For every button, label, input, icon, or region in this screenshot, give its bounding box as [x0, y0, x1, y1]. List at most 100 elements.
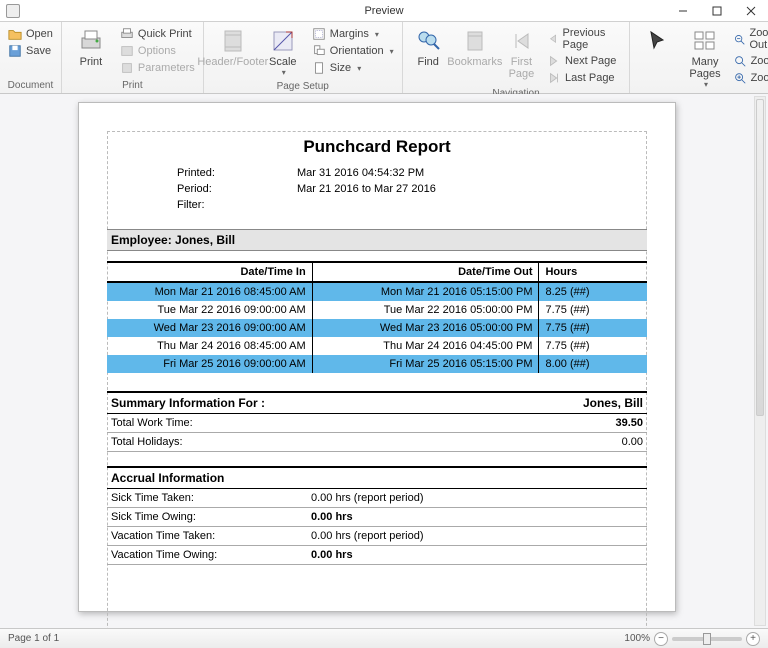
- col-hours: Hours: [539, 262, 647, 282]
- print-icon: [78, 28, 104, 54]
- minimize-button[interactable]: [666, 0, 700, 22]
- previous-page-label: Previous Page: [563, 27, 622, 51]
- window-controls: [666, 0, 768, 22]
- save-icon: [8, 44, 22, 58]
- summary-head-label: Summary Information For :: [111, 396, 265, 410]
- summary-hol-key: Total Holidays:: [111, 436, 183, 448]
- report: Punchcard Report Printed:Mar 31 2016 04:…: [107, 137, 647, 565]
- margins-button[interactable]: Margins▾: [310, 26, 396, 42]
- pointer-button[interactable]: [636, 26, 679, 70]
- previous-page-button[interactable]: Previous Page: [545, 26, 623, 52]
- meta-period-value: Mar 21 2016 to Mar 27 2016: [297, 183, 436, 195]
- zoom-controls: 100% − +: [624, 632, 760, 646]
- orientation-button[interactable]: Orientation▾: [310, 43, 396, 59]
- zoom-in-label: Zoom In: [751, 72, 768, 84]
- close-button[interactable]: [734, 0, 768, 22]
- summary-work-value: 39.50: [615, 417, 643, 429]
- find-button[interactable]: Find: [409, 26, 448, 70]
- cell-out: Tue Mar 22 2016 05:00:00 PM: [312, 301, 539, 319]
- scrollbar-thumb[interactable]: [756, 99, 764, 416]
- open-button[interactable]: Open: [6, 26, 55, 42]
- header-footer-button[interactable]: Header/Footer: [210, 26, 256, 70]
- next-page-button[interactable]: Next Page: [545, 53, 623, 69]
- pointer-icon: [645, 28, 671, 54]
- orientation-icon: [312, 44, 326, 58]
- accrual-vto-value: 0.00 hrs: [311, 549, 353, 561]
- zoom-out-icon: [733, 32, 746, 46]
- next-page-label: Next Page: [565, 55, 616, 67]
- bookmarks-button[interactable]: Bookmarks: [452, 26, 498, 70]
- meta-period-key: Period:: [177, 183, 237, 195]
- group-label-pagesetup: Page Setup: [210, 79, 396, 94]
- ribbon-group-document: Open Save Document: [0, 22, 62, 93]
- cell-in: Thu Mar 24 2016 08:45:00 AM: [107, 337, 312, 355]
- group-label-print: Print: [68, 78, 197, 93]
- table-row: Tue Mar 22 2016 09:00:00 AMTue Mar 22 20…: [107, 301, 647, 319]
- quick-print-button[interactable]: Quick Print: [118, 26, 197, 42]
- zoom-out-label: Zoom Out: [749, 27, 768, 51]
- zoom-plus-button[interactable]: +: [746, 632, 760, 646]
- zoom-in-icon: [733, 71, 747, 85]
- summary-work-key: Total Work Time:: [111, 417, 193, 429]
- caret-icon: ▾: [390, 47, 394, 56]
- bookmarks-icon: [462, 28, 488, 54]
- zoom-slider-track[interactable]: [672, 637, 742, 641]
- zoom-in-button[interactable]: Zoom In: [731, 70, 768, 86]
- zoom-minus-button[interactable]: −: [654, 632, 668, 646]
- save-label: Save: [26, 45, 51, 57]
- first-page-button[interactable]: First Page: [502, 26, 541, 82]
- zoom-icon: [733, 54, 747, 68]
- save-button[interactable]: Save: [6, 43, 55, 59]
- find-icon: [415, 28, 441, 54]
- col-out: Date/Time Out: [312, 262, 539, 282]
- cell-out: Fri Mar 25 2016 05:15:00 PM: [312, 355, 539, 373]
- col-in: Date/Time In: [107, 262, 312, 282]
- zoom-slider-handle[interactable]: [703, 633, 711, 645]
- cell-out: Thu Mar 24 2016 04:45:00 PM: [312, 337, 539, 355]
- parameters-icon: [120, 61, 134, 75]
- zoom-label: Zoom: [751, 55, 768, 67]
- size-label: Size: [330, 62, 351, 74]
- scale-button[interactable]: Scale▾: [260, 26, 306, 79]
- accrual-vtt-key: Vacation Time Taken:: [111, 530, 311, 542]
- report-page: Punchcard Report Printed:Mar 31 2016 04:…: [78, 102, 676, 612]
- maximize-button[interactable]: [700, 0, 734, 22]
- summary-head-name: Jones, Bill: [583, 396, 643, 410]
- cell-in: Mon Mar 21 2016 08:45:00 AM: [107, 282, 312, 301]
- many-pages-icon: [692, 28, 718, 54]
- last-page-label: Last Page: [565, 72, 615, 84]
- accrual-sto-key: Sick Time Owing:: [111, 511, 311, 523]
- print-button[interactable]: Print: [68, 26, 114, 70]
- table-row: Mon Mar 21 2016 08:45:00 AMMon Mar 21 20…: [107, 282, 647, 301]
- punchcard-table: Date/Time In Date/Time Out Hours Mon Mar…: [107, 261, 647, 373]
- accrual-vtt-value: 0.00 hrs (report period): [311, 530, 424, 542]
- ribbon-group-navigation: Find Bookmarks First Page Previous Page …: [403, 22, 631, 93]
- caret-icon: ▾: [704, 80, 708, 89]
- group-label-document: Document: [6, 78, 55, 93]
- quick-print-icon: [120, 27, 134, 41]
- zoom-button[interactable]: Zoom▾: [731, 53, 768, 69]
- quick-print-label: Quick Print: [138, 28, 192, 40]
- ribbon: Open Save Document Print Quick Print Opt…: [0, 22, 768, 94]
- find-label: Find: [418, 56, 439, 68]
- options-button[interactable]: Options: [118, 43, 197, 59]
- cell-in: Wed Mar 23 2016 09:00:00 AM: [107, 319, 312, 337]
- margins-icon: [312, 27, 326, 41]
- caret-icon: ▾: [357, 64, 361, 73]
- bookmarks-label: Bookmarks: [447, 56, 502, 68]
- titlebar: Preview: [0, 0, 768, 22]
- last-page-button[interactable]: Last Page: [545, 70, 623, 86]
- zoom-out-button[interactable]: Zoom Out: [731, 26, 768, 52]
- cell-out: Mon Mar 21 2016 05:15:00 PM: [312, 282, 539, 301]
- cell-hours: 7.75 (##): [539, 337, 647, 355]
- summary: Summary Information For : Jones, Bill Tot…: [107, 391, 647, 452]
- vertical-scrollbar[interactable]: [754, 96, 766, 626]
- workspace: Punchcard Report Printed:Mar 31 2016 04:…: [0, 94, 768, 628]
- cell-in: Fri Mar 25 2016 09:00:00 AM: [107, 355, 312, 373]
- cell-hours: 8.00 (##): [539, 355, 647, 373]
- parameters-button[interactable]: Parameters: [118, 60, 197, 76]
- many-pages-button[interactable]: Many Pages▾: [683, 26, 726, 91]
- options-label: Options: [138, 45, 176, 57]
- size-icon: [312, 61, 326, 75]
- size-button[interactable]: Size ▾: [310, 60, 396, 76]
